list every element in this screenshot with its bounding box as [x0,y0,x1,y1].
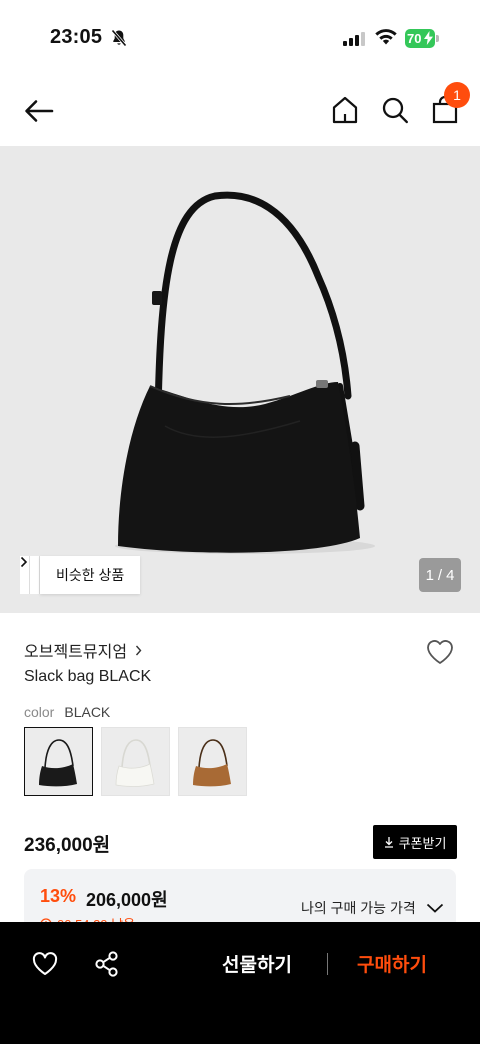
black-bag-thumbnail [39,739,77,787]
search-icon[interactable] [380,94,410,126]
top-navigation: 1 [0,76,480,146]
similar-products-label: 비슷한 상품 [56,567,125,583]
brown-bag-thumbnail [193,739,231,787]
bottom-action-bar: 선물하기 구매하기 [0,922,480,1044]
battery-level: 70 [407,31,422,46]
my-price-label: 나의 구매 가능 가격 [301,900,416,916]
image-page-indicator: 1 / 4 [419,558,461,592]
cellular-signal-icon [343,30,365,46]
charging-bolt-icon [424,31,433,45]
bell-slash-icon [111,29,127,47]
discount-rate: 13% [40,886,77,906]
chevron-right-icon [136,645,142,655]
color-row: color BLACK [24,704,110,720]
cart-count-badge: 1 [444,82,470,108]
color-swatches [24,727,247,796]
status-time: 23:05 [50,26,103,48]
chevron-right-icon [20,556,28,568]
color-swatch-brown[interactable] [178,727,247,796]
color-swatch-black[interactable] [24,727,93,796]
arrow-left-icon[interactable] [22,94,56,128]
page-separator: / [437,566,443,584]
ivory-bag-thumbnail [115,739,155,787]
gift-button[interactable]: 선물하기 [222,950,292,977]
brand-name: 오브젝트뮤지엄 [24,644,128,661]
color-label: color [24,704,55,720]
wifi-icon [375,29,397,45]
heart-icon[interactable] [424,636,456,668]
color-swatch-ivory[interactable] [101,727,170,796]
share-icon[interactable] [93,950,121,978]
brand-link[interactable]: 오브젝트뮤지엄 [24,638,142,662]
download-icon [384,837,393,848]
status-bar: 23:05 70 [0,0,480,76]
page-total: 4 [446,566,455,584]
buy-button[interactable]: 구매하기 [357,950,427,977]
home-icon[interactable] [330,94,360,126]
coupon-download-button[interactable]: 쿠폰받기 [373,825,457,859]
chevron-down-icon [426,903,443,913]
battery-cap [436,35,439,42]
bottom-divider [327,953,328,975]
heart-icon[interactable] [31,950,59,978]
product-image-gallery[interactable]: 비슷한 상품 1 / 4 [0,146,480,613]
my-price-toggle[interactable]: 나의 구매 가능 가격 [301,898,444,918]
coupon-label: 쿠폰받기 [398,835,447,851]
page-current: 1 [425,566,434,584]
color-value: BLACK [64,704,111,720]
product-bag-image [115,191,375,554]
product-price: 236,000원 [24,835,111,856]
product-name: Slack bag BLACK [24,668,152,685]
discount-price: 206,000원 [86,890,168,910]
similar-products-button[interactable]: 비슷한 상품 [20,556,141,594]
